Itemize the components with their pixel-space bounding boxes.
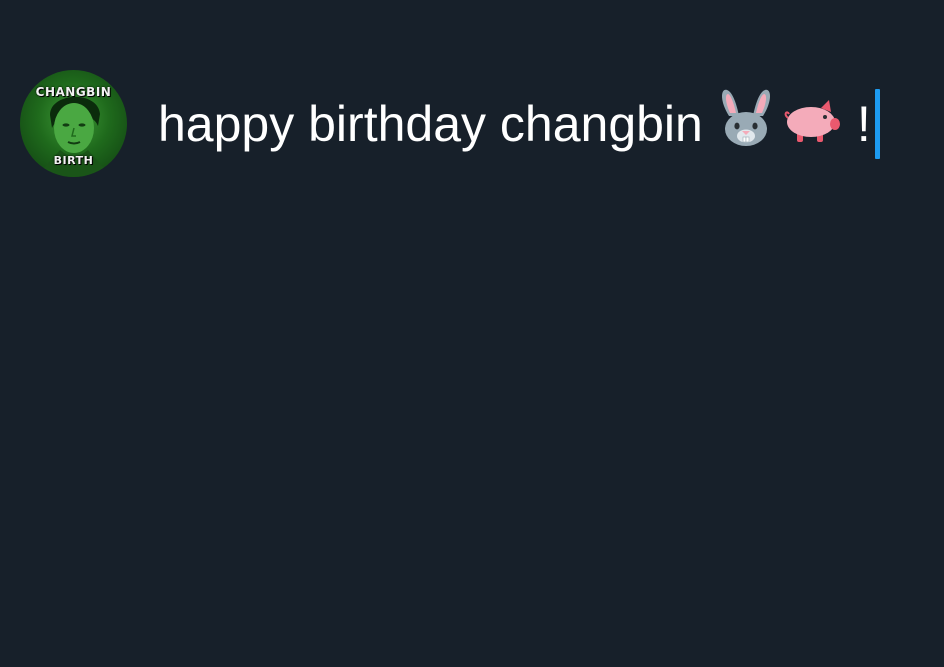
avatar-top-label: CHANGBIN <box>35 85 112 99</box>
tweet-text-input[interactable]: happy birthday changbin ! <box>158 89 880 159</box>
avatar[interactable]: CHANGBIN BIRTH <box>20 70 127 177</box>
rabbit-face-icon <box>717 86 775 163</box>
pig-icon <box>781 86 843 163</box>
text-cursor <box>874 89 880 159</box>
compose-area: CHANGBIN BIRTH happy birthday changbin ! <box>0 0 944 667</box>
avatar-bottom-label: BIRTH <box>53 154 94 167</box>
tweet-text-suffix: ! <box>856 96 871 152</box>
tweet-text: happy birthday changbin <box>158 96 703 152</box>
